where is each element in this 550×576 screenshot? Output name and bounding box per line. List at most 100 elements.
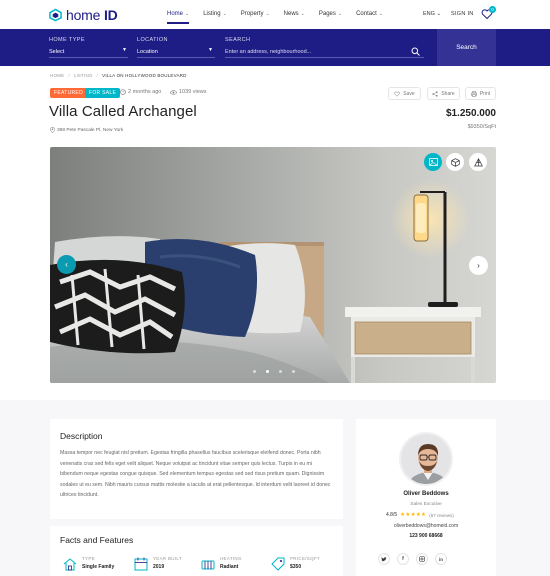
home-type-filter[interactable]: HOME TYPE Select — [49, 37, 85, 55]
description-text: Massa tempor nec feugiat nisl pretium. E… — [60, 450, 331, 498]
gallery-dot[interactable] — [292, 370, 295, 373]
main-menu: Home ⌄ Listing ⌄ Property ⌄ News ⌄ Pages ⌄ Co… — [167, 11, 397, 24]
rating-score: 4.8/5 — [386, 512, 398, 518]
chevron-down-icon: ⌄ — [378, 11, 383, 17]
posted-time: 2 months ago — [120, 89, 161, 95]
instagram-icon[interactable] — [416, 553, 428, 565]
location-label: LOCATION — [137, 37, 168, 43]
language-selector[interactable]: ENG ⌄ — [423, 11, 441, 17]
heart-icon — [394, 91, 400, 97]
image-icon — [428, 158, 438, 166]
listing-price: $1.250.000 — [445, 108, 496, 119]
pyramid-icon — [473, 157, 483, 166]
heating-icon — [201, 560, 215, 570]
listing-address: 398 Pete Pascale Pl, New York — [50, 127, 123, 133]
fact-year-built: YEAR BUILT 2019 — [133, 556, 182, 572]
floorplan-tool-button[interactable] — [469, 153, 487, 171]
menu-item-property[interactable]: Property ⌄ — [241, 11, 270, 17]
search-query[interactable]: SEARCH Enter an address, neighbourhood..… — [225, 37, 311, 55]
share-icon — [432, 90, 438, 97]
favorites-count-badge: 0 — [489, 6, 496, 13]
agent-email[interactable]: oliverbeddows@homeid.com — [356, 523, 496, 529]
facts-title: Facts and Features — [60, 535, 134, 545]
sign-in-link[interactable]: SIGN IN — [451, 11, 474, 17]
photo-tool-button[interactable] — [424, 153, 442, 171]
chevron-down-icon: ▼ — [122, 47, 127, 53]
featured-badge: FEATURED — [50, 88, 87, 98]
twitter-icon[interactable] — [378, 553, 390, 565]
map-pin-icon — [50, 127, 55, 133]
gallery-dot[interactable] — [279, 370, 282, 373]
menu-item-news[interactable]: News ⌄ — [284, 11, 305, 17]
search-label: SEARCH — [225, 37, 251, 43]
calendar-icon — [134, 557, 148, 571]
print-button[interactable]: Print — [465, 87, 496, 100]
chevron-down-icon: ⌄ — [265, 11, 270, 17]
star-rating-icon: ★★★★★ — [400, 512, 427, 518]
gallery-prev-button[interactable]: ‹ — [57, 255, 76, 274]
listing-title: Villa Called Archangel — [49, 103, 197, 120]
agent-photo — [401, 434, 451, 484]
breadcrumb-separator: / — [68, 73, 70, 78]
home-type-select[interactable]: Select — [49, 49, 85, 55]
chevron-down-icon: ⌄ — [185, 11, 190, 17]
gallery-next-button[interactable]: › — [469, 256, 488, 275]
clock-icon — [120, 89, 126, 95]
logo-icon — [49, 8, 62, 22]
review-count[interactable]: (67 reviews) — [429, 513, 454, 518]
location-select[interactable]: Location — [137, 49, 168, 55]
chevron-down-icon: ⌄ — [436, 11, 442, 17]
fact-type: TYPE Single Family — [62, 556, 114, 572]
breadcrumb-listing[interactable]: LISTING — [74, 73, 93, 78]
chevron-down-icon: ⌄ — [337, 11, 343, 17]
search-icon[interactable] — [411, 47, 420, 56]
agent-avatar[interactable] — [399, 432, 453, 486]
top-navigation: home ID Home ⌄ Listing ⌄ Property ⌄ News ⌄ P… — [0, 0, 550, 29]
photo-gallery[interactable] — [50, 147, 496, 383]
gallery-dot-active[interactable] — [266, 370, 269, 373]
share-button[interactable]: Share — [427, 87, 460, 100]
breadcrumb-separator: / — [96, 73, 99, 78]
divider — [49, 57, 128, 58]
breadcrumb-current: VILLA ON HOLLYWOOD BOULEVARD — [102, 73, 187, 78]
agent-card: Oliver Beddows Sales Excutive 4.8/5 ★★★★… — [356, 419, 496, 576]
search-input[interactable]: Enter an address, neighbourhood... — [225, 49, 311, 55]
agent-rating: 4.8/5 ★★★★★ (67 reviews) — [386, 512, 454, 518]
menu-item-pages[interactable]: Pages ⌄ — [319, 11, 342, 17]
chevron-down-icon: ▼ — [208, 47, 213, 53]
search-button[interactable]: Search — [437, 29, 496, 66]
linkedin-icon[interactable]: in — [435, 553, 447, 565]
save-button[interactable]: Save — [388, 87, 421, 100]
chevron-down-icon: ⌄ — [300, 11, 305, 17]
menu-item-contact[interactable]: Contact ⌄ — [356, 11, 383, 17]
agent-social-links: f in — [378, 553, 447, 565]
divider — [225, 57, 424, 58]
price-per-sqft: $9350/SqFt — [467, 124, 496, 130]
description-title: Description — [60, 431, 103, 441]
agent-name[interactable]: Oliver Beddows — [356, 491, 496, 497]
for-sale-badge: FOR SALE — [85, 88, 121, 98]
agent-role: Sales Excutive — [410, 502, 442, 507]
fact-price-sqft: PRICE/SQFT $350 — [270, 556, 320, 572]
location-filter[interactable]: LOCATION Location — [137, 37, 168, 55]
home-type-label: HOME TYPE — [49, 37, 85, 43]
chevron-down-icon: ⌄ — [222, 11, 227, 17]
house-icon — [63, 558, 77, 571]
agent-phone[interactable]: 123 900 68668 — [356, 533, 496, 539]
eye-icon — [170, 89, 177, 95]
logo[interactable]: home ID — [49, 7, 118, 23]
divider — [137, 57, 215, 58]
menu-item-listing[interactable]: Listing ⌄ — [203, 11, 227, 17]
fact-heating: HEATING Radiant — [200, 556, 242, 572]
facebook-icon[interactable]: f — [397, 553, 409, 565]
price-tag-icon — [271, 557, 285, 571]
brand-name: home ID — [66, 7, 118, 23]
bedroom-photo — [50, 147, 496, 383]
breadcrumb: HOME / LISTING / VILLA ON HOLLYWOOD BOUL… — [50, 73, 187, 78]
printer-icon — [471, 90, 477, 97]
tour-tool-button[interactable] — [446, 153, 464, 171]
view-count: 1039 views — [170, 89, 207, 95]
menu-item-home[interactable]: Home ⌄ — [167, 11, 190, 24]
gallery-dot[interactable] — [253, 370, 256, 373]
breadcrumb-home[interactable]: HOME — [50, 73, 64, 78]
